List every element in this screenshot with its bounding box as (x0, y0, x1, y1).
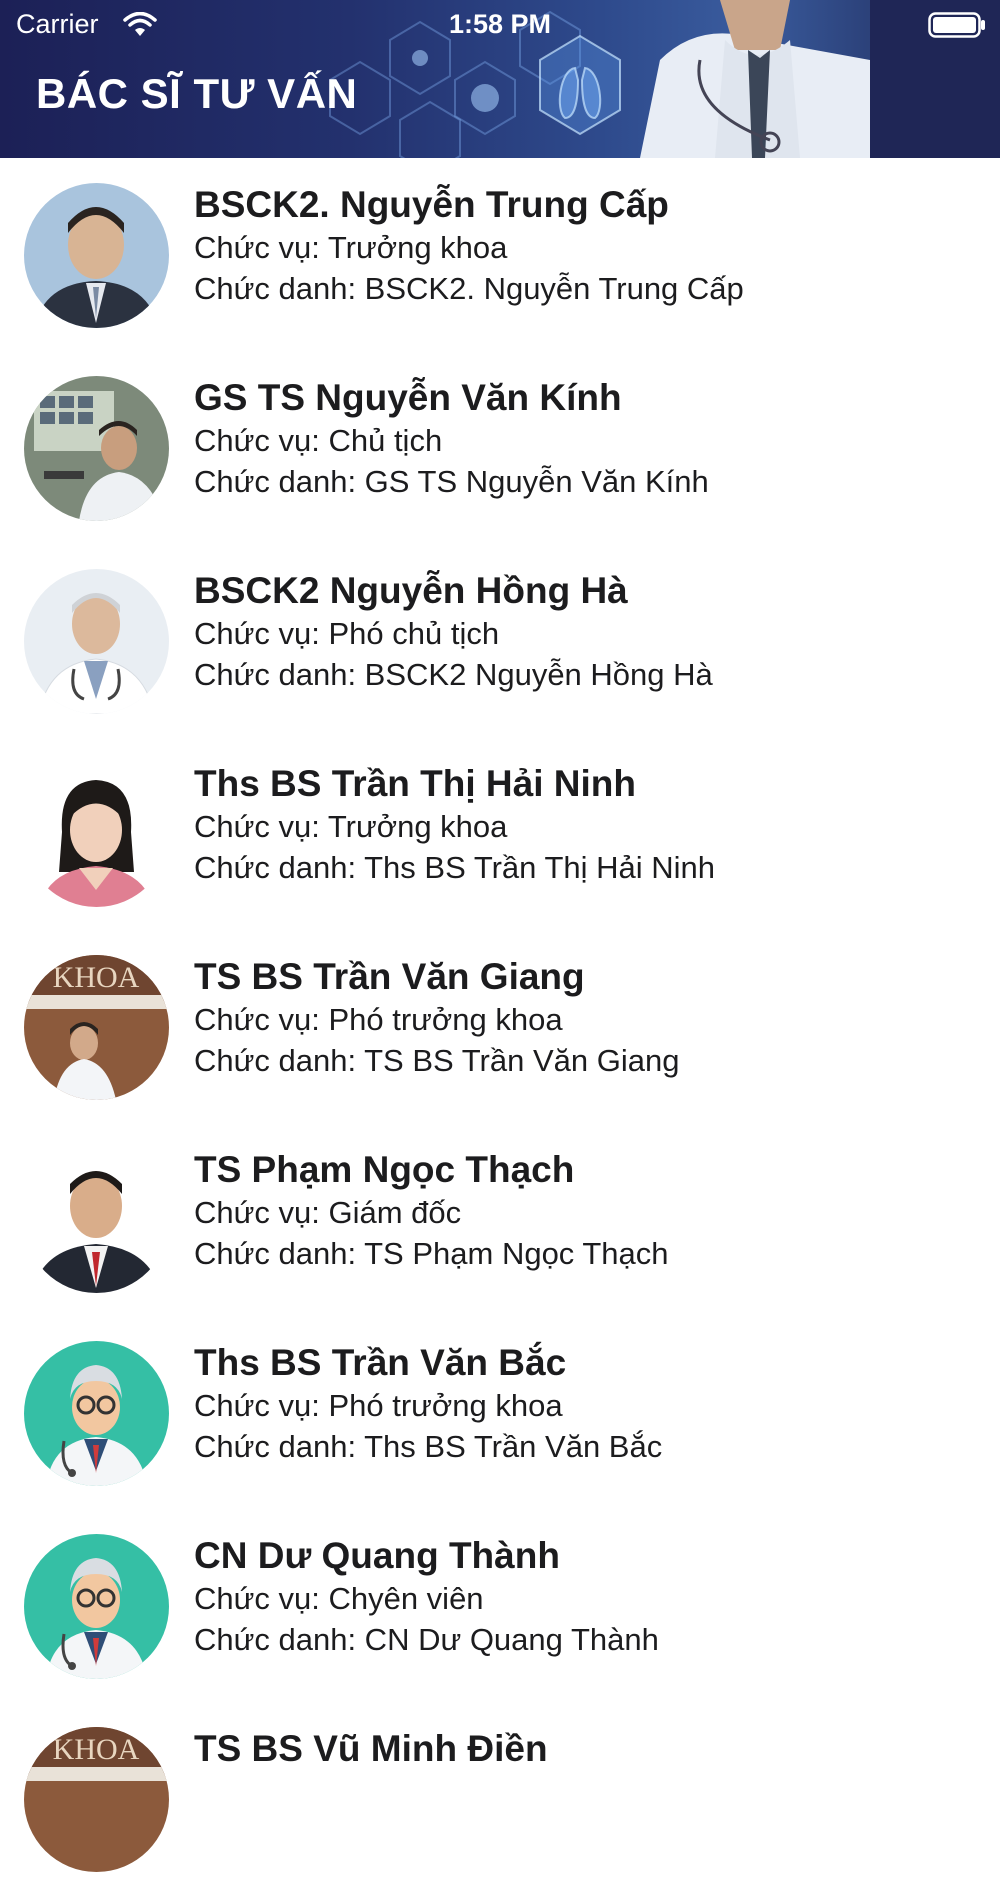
doctor-list-item[interactable]: TS Phạm Ngọc Thạch Chức vụ: Giám đốc Chứ… (0, 1123, 1000, 1316)
doctor-position: Chức vụ: Giám đốc (194, 1195, 462, 1230)
doctor-avatar: KHOA (24, 1727, 169, 1872)
doctor-list-item[interactable]: CN Dư Quang Thành Chức vụ: Chyên viên Ch… (0, 1509, 1000, 1702)
doctor-avatar (24, 569, 169, 714)
doctor-list-item[interactable]: Ths BS Trần Thị Hải Ninh Chức vụ: Trưởng… (0, 737, 1000, 930)
doctor-name: BSCK2 Nguyễn Hồng Hà (194, 570, 628, 611)
doctor-position: Chức vụ: Trưởng khoa (194, 230, 508, 265)
battery-icon (928, 12, 985, 38)
doctor-title: Chức danh: BSCK2. Nguyễn Trung Cấp (194, 271, 744, 306)
doctor-list-item[interactable]: KHOA TS BS Vũ Minh Điền (0, 1702, 1000, 1895)
doctor-avatar (24, 183, 169, 328)
svg-text:KHOA: KHOA (53, 1733, 140, 1766)
doctor-avatar (24, 762, 169, 907)
doctor-avatar: KHOA (24, 955, 169, 1100)
doctor-avatar-illustration (24, 1534, 169, 1679)
doctor-position: Chức vụ: Chyên viên (194, 1581, 484, 1616)
app-header: Carrier 1:58 PM BÁC SĨ TƯ VẤN (0, 0, 1000, 158)
doctor-title: Chức danh: TS Phạm Ngọc Thạch (194, 1236, 669, 1271)
svg-text:KHOA: KHOA (53, 961, 140, 994)
status-time: 1:58 PM (448, 9, 552, 39)
doctor-position: Chức vụ: Trưởng khoa (194, 809, 508, 844)
doctor-list: BSCK2. Nguyễn Trung Cấp Chức vụ: Trưởng … (0, 158, 1000, 1895)
doctor-avatar (24, 1148, 169, 1293)
doctor-position: Chức vụ: Phó trưởng khoa (194, 1388, 563, 1423)
doctor-list-item[interactable]: GS TS Nguyễn Văn Kính Chức vụ: Chủ tịch … (0, 351, 1000, 544)
doctor-title: Chức danh: CN Dư Quang Thành (194, 1622, 659, 1657)
doctor-name: BSCK2. Nguyễn Trung Cấp (194, 184, 669, 225)
doctor-name: Ths BS Trần Văn Bắc (194, 1342, 567, 1383)
doctor-name: TS BS Trần Văn Giang (194, 956, 585, 997)
doctor-title: Chức danh: Ths BS Trần Thị Hải Ninh (194, 850, 716, 885)
status-bar: Carrier 1:58 PM (0, 0, 1000, 50)
doctor-position: Chức vụ: Chủ tịch (194, 423, 443, 458)
doctor-name: GS TS Nguyễn Văn Kính (194, 377, 622, 418)
doctor-list-item[interactable]: Ths BS Trần Văn Bắc Chức vụ: Phó trưởng … (0, 1316, 1000, 1509)
doctor-name: TS Phạm Ngọc Thạch (194, 1149, 575, 1190)
doctor-avatar (24, 376, 169, 521)
doctor-title: Chức danh: GS TS Nguyễn Văn Kính (194, 464, 709, 499)
doctor-avatar-illustration (24, 1341, 169, 1486)
page-title: BÁC SĨ TƯ VẤN (36, 70, 358, 117)
doctor-title: Chức danh: BSCK2 Nguyễn Hồng Hà (194, 657, 713, 692)
doctor-list-item[interactable]: BSCK2. Nguyễn Trung Cấp Chức vụ: Trưởng … (0, 158, 1000, 351)
doctor-name: TS BS Vũ Minh Điền (194, 1728, 548, 1769)
doctor-title: Chức danh: Ths BS Trần Văn Bắc (194, 1429, 663, 1464)
doctor-list-item[interactable]: KHOA TS BS Trần Văn Giang Chức vụ: Phó t… (0, 930, 1000, 1123)
doctor-position: Chức vụ: Phó chủ tịch (194, 616, 500, 651)
doctor-name: CN Dư Quang Thành (194, 1535, 560, 1576)
doctor-list-item[interactable]: BSCK2 Nguyễn Hồng Hà Chức vụ: Phó chủ tị… (0, 544, 1000, 737)
doctor-title: Chức danh: TS BS Trần Văn Giang (194, 1043, 680, 1078)
doctor-position: Chức vụ: Phó trưởng khoa (194, 1002, 563, 1037)
doctor-name: Ths BS Trần Thị Hải Ninh (194, 763, 636, 804)
